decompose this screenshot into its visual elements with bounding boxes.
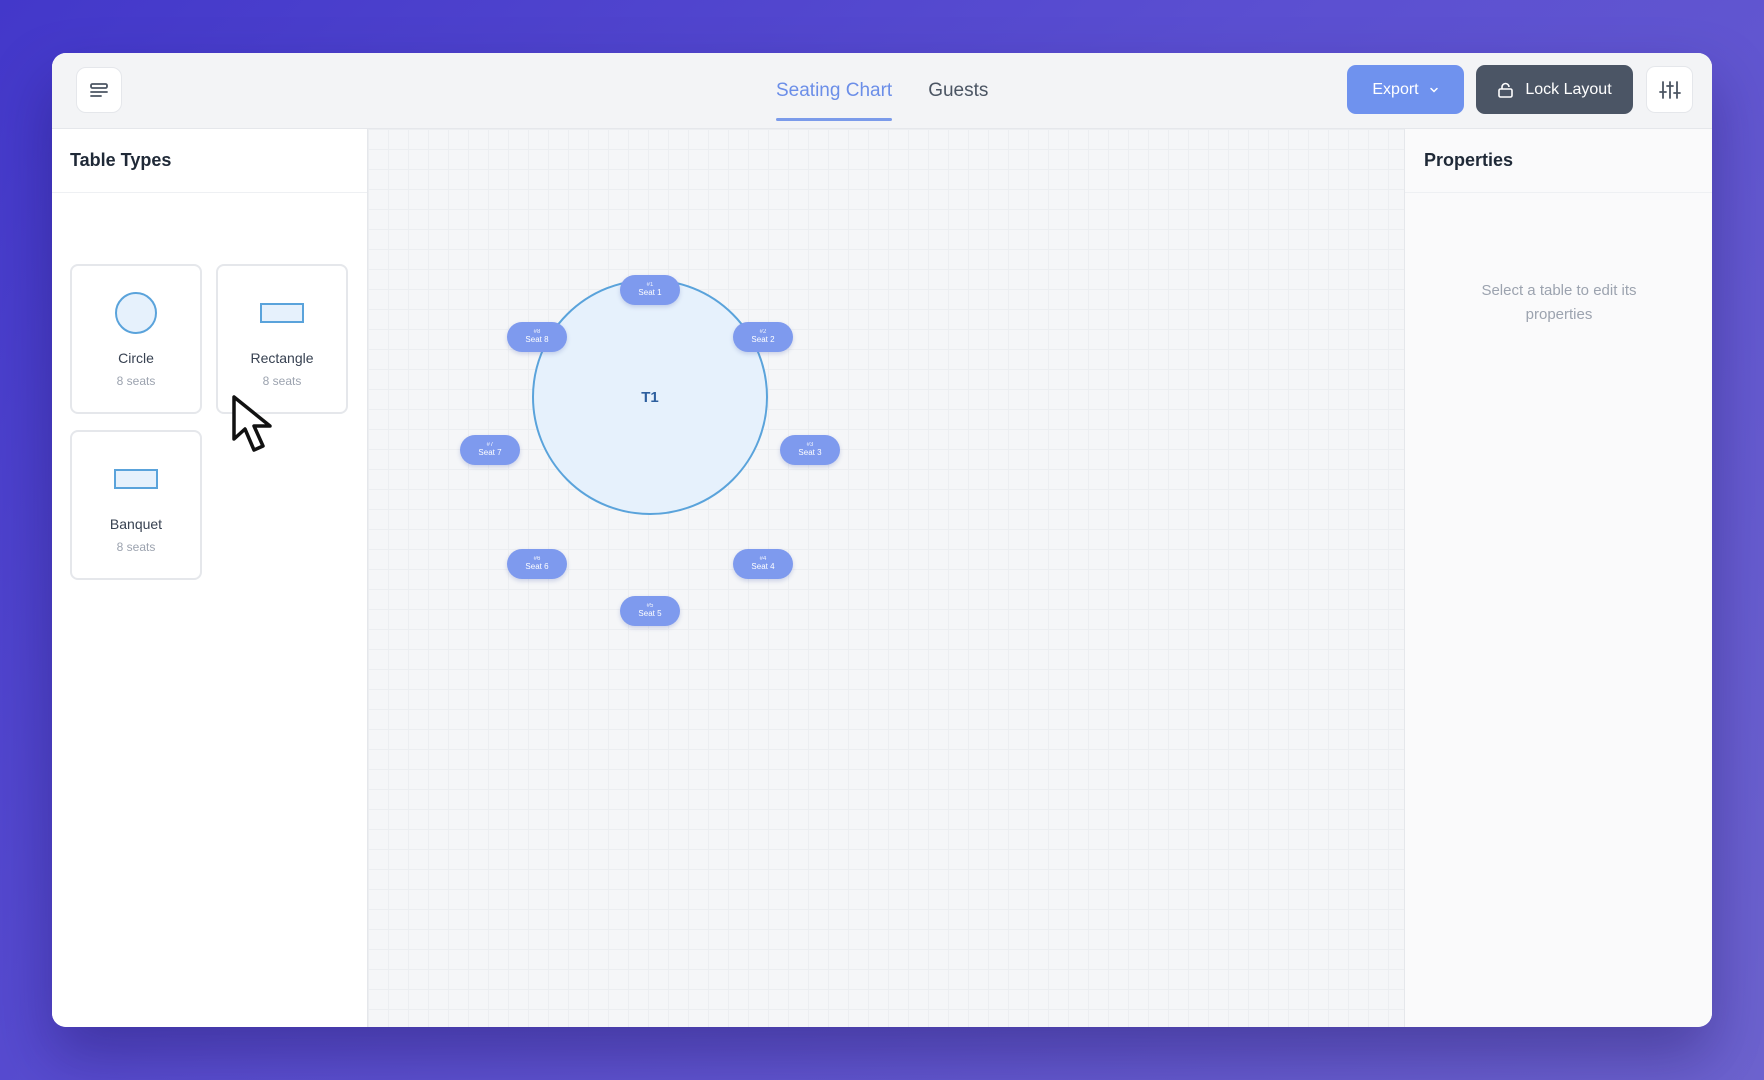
seat-label: Seat 3 — [798, 447, 822, 457]
table-type-circle[interactable]: Circle 8 seats — [70, 264, 202, 414]
top-bar: Seating Chart Guests Export Lock Layout — [52, 53, 1712, 129]
list-icon — [90, 83, 108, 97]
chevron-down-icon — [1429, 87, 1438, 93]
properties-panel: Properties Select a table to edit its pr… — [1404, 129, 1712, 1027]
seat-label: Seat 5 — [638, 608, 662, 618]
panel-title: Properties — [1405, 129, 1712, 193]
export-label: Export — [1372, 80, 1419, 98]
table-types-panel: Table Types Circle 8 seats Rectangle 8 s… — [52, 129, 368, 1027]
table-type-seats: 8 seats — [116, 540, 156, 554]
panel-title: Table Types — [52, 129, 367, 193]
seat-2[interactable]: #2 Seat 2 — [733, 322, 793, 352]
seat-6[interactable]: #6 Seat 6 — [507, 549, 567, 579]
tab-guests[interactable]: Guests — [928, 53, 988, 129]
tab-label: Guests — [928, 80, 989, 101]
seat-5[interactable]: #5 Seat 5 — [620, 596, 680, 626]
seat-number: #6 — [533, 556, 541, 563]
menu-button[interactable] — [76, 67, 122, 113]
table-type-seats: 8 seats — [116, 374, 156, 388]
seat-8[interactable]: #8 Seat 8 — [507, 322, 567, 352]
seat-number: #1 — [646, 282, 654, 289]
table-label: T1 — [641, 388, 659, 406]
seat-4[interactable]: #4 Seat 4 — [733, 549, 793, 579]
seat-label: Seat 8 — [525, 334, 549, 344]
table-type-name: Rectangle — [250, 350, 314, 366]
lock-label: Lock Layout — [1525, 80, 1612, 98]
lock-layout-button[interactable]: Lock Layout — [1476, 65, 1633, 114]
empty-properties-message: Select a table to edit its properties — [1481, 282, 1637, 323]
seat-number: #7 — [486, 442, 494, 449]
banquet-table-icon — [114, 469, 158, 489]
seat-number: #5 — [646, 603, 654, 610]
mouse-cursor-icon — [232, 395, 272, 452]
export-button[interactable]: Export — [1347, 65, 1464, 114]
seat-7[interactable]: #7 Seat 7 — [460, 435, 520, 465]
seating-canvas[interactable]: T1 #1 Seat 1 #2 Seat 2 #3 Seat 3 #4 Seat… — [368, 129, 1404, 1027]
table-type-banquet[interactable]: Banquet 8 seats — [70, 430, 202, 580]
table-t1[interactable]: T1 — [532, 279, 768, 515]
seat-number: #2 — [759, 329, 767, 336]
table-type-seats: 8 seats — [262, 374, 302, 388]
seat-label: Seat 4 — [751, 561, 775, 571]
seat-label: Seat 7 — [478, 447, 502, 457]
circle-table-icon — [115, 292, 157, 334]
tab-seating-chart[interactable]: Seating Chart — [776, 53, 893, 129]
seat-3[interactable]: #3 Seat 3 — [780, 435, 840, 465]
view-tabs: Seating Chart Guests — [776, 53, 988, 129]
seat-1[interactable]: #1 Seat 1 — [620, 275, 680, 305]
seat-label: Seat 2 — [751, 334, 775, 344]
app-window: Seating Chart Guests Export Lock Layout — [52, 53, 1712, 1027]
table-type-name: Banquet — [109, 516, 163, 532]
sliders-icon — [1658, 80, 1681, 99]
seat-label: Seat 6 — [525, 561, 549, 571]
tab-label: Seating Chart — [776, 80, 893, 101]
table-type-name: Circle — [118, 350, 154, 366]
seat-label: Seat 1 — [638, 287, 662, 297]
table-type-rectangle[interactable]: Rectangle 8 seats — [216, 264, 348, 414]
rectangle-table-icon — [260, 303, 304, 323]
seat-number: #3 — [806, 442, 814, 449]
unlock-icon — [1498, 82, 1514, 98]
seat-number: #4 — [759, 556, 767, 563]
settings-button[interactable] — [1646, 66, 1693, 113]
seat-number: #8 — [533, 329, 541, 336]
